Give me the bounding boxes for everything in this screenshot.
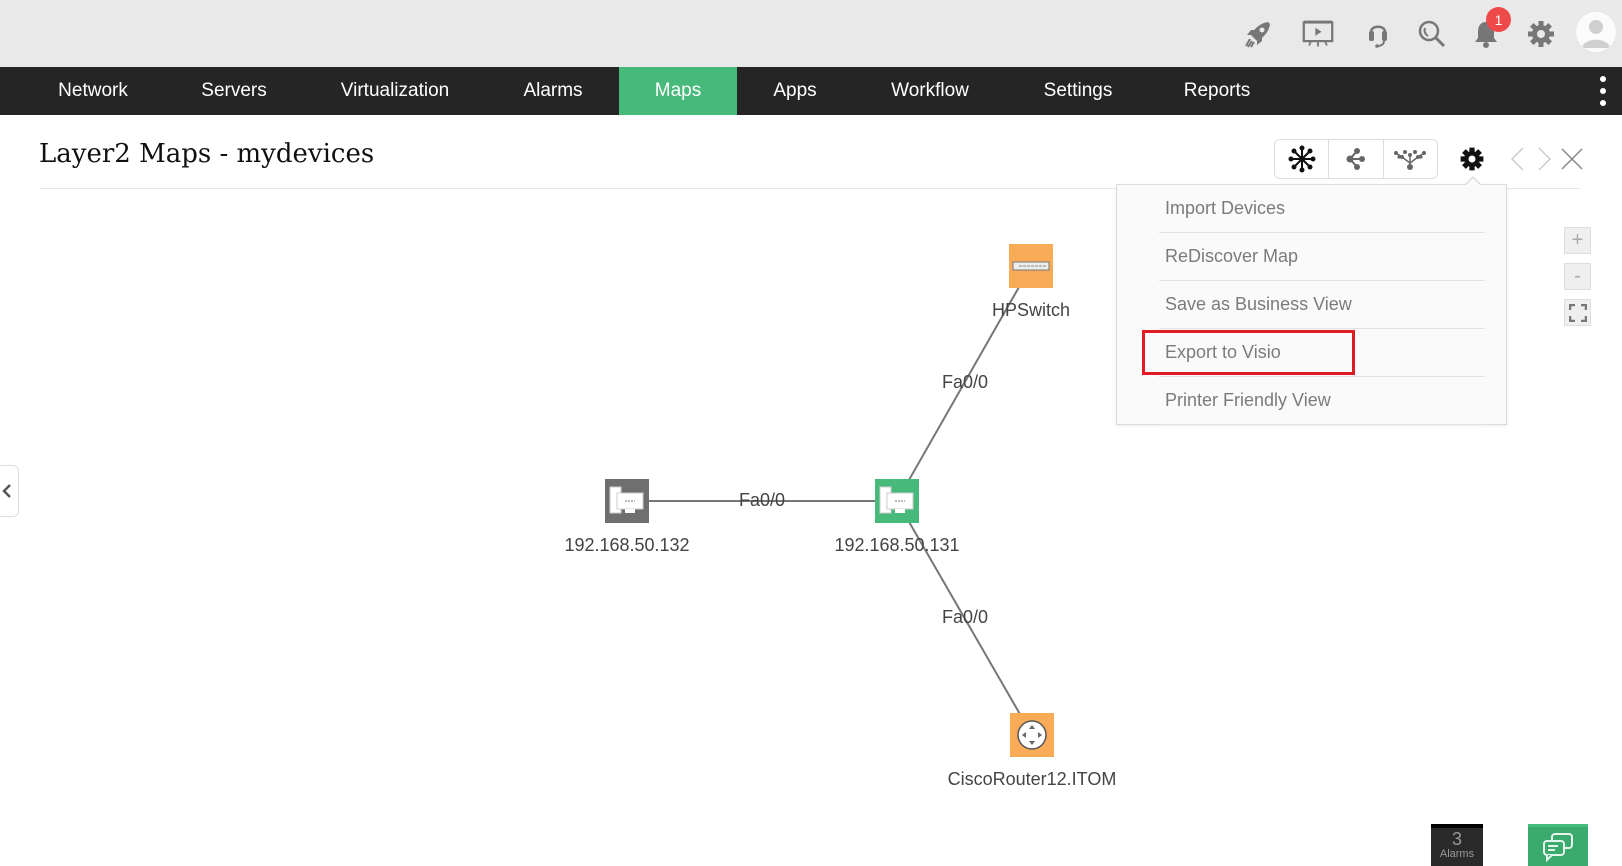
star-layout-icon: [1288, 145, 1316, 173]
nav-servers[interactable]: Servers: [191, 67, 276, 115]
star-layout-button[interactable]: [1275, 140, 1330, 178]
menu-item-export-visio[interactable]: Export to Visio: [1159, 329, 1485, 377]
fit-to-screen-button[interactable]: [1564, 299, 1591, 326]
alarm-count: 3: [1451, 829, 1462, 849]
sidebar-collapse-toggle[interactable]: [0, 465, 19, 517]
more-options-icon[interactable]: [1597, 76, 1609, 106]
next-arrow-icon[interactable]: [1530, 144, 1558, 174]
chevron-left-icon: [1, 484, 11, 498]
settings-dropdown-menu: Import Devices ReDiscover Map Save as Bu…: [1116, 184, 1507, 425]
hierarchical-layout-icon: [1394, 150, 1427, 170]
chat-button[interactable]: [1528, 824, 1588, 866]
support-headset-icon[interactable]: [1360, 16, 1396, 52]
tree-layout-button[interactable]: [1329, 140, 1384, 178]
nav-workflow[interactable]: Workflow: [881, 67, 979, 115]
map-node-n132[interactable]: [605, 479, 649, 523]
link-label: Fa0/0: [942, 372, 988, 392]
fullscreen-icon: [1568, 303, 1587, 322]
presentation-icon[interactable]: [1300, 16, 1336, 52]
previous-arrow-icon[interactable]: [1504, 144, 1532, 174]
alarm-label: Alarms: [1439, 848, 1475, 860]
link-label: Fa0/0: [739, 490, 785, 510]
nav-settings[interactable]: Settings: [1034, 67, 1123, 115]
map-node-hpswitch[interactable]: [1009, 244, 1053, 288]
zoom-out-button[interactable]: -: [1564, 263, 1591, 290]
menu-item-save-business-view[interactable]: Save as Business View: [1159, 281, 1485, 329]
nav-apps[interactable]: Apps: [763, 67, 826, 115]
notification-count-badge: 1: [1486, 7, 1511, 32]
tree-layout-icon: [1346, 148, 1365, 170]
user-avatar-icon[interactable]: [1576, 12, 1616, 52]
menu-item-rediscover-map[interactable]: ReDiscover Map: [1159, 233, 1485, 281]
main-nav: Network Servers Virtualization Alarms Ma…: [0, 67, 1622, 115]
zoom-in-button[interactable]: +: [1564, 227, 1591, 254]
menu-item-printer-friendly[interactable]: Printer Friendly View: [1159, 377, 1485, 425]
nav-reports[interactable]: Reports: [1174, 67, 1261, 115]
settings-gear-icon[interactable]: [1523, 16, 1559, 52]
hierarchical-layout-button[interactable]: [1384, 140, 1437, 178]
top-header: 1: [0, 0, 1622, 67]
link-label: Fa0/0: [942, 607, 988, 627]
alarms-counter[interactable]: 3 Alarms: [1431, 824, 1483, 866]
network-map-canvas: Fa0/0 Fa0/0 Fa0/0 192.168.50.132 192.168.50.…: [564, 244, 1117, 789]
node-label: CiscoRouter12.ITOM: [948, 769, 1117, 789]
rocket-icon[interactable]: [1240, 16, 1276, 52]
node-label: 192.168.50.132: [564, 535, 689, 555]
page-title: Layer2 Maps - mydevices: [39, 139, 375, 169]
node-label: 192.168.50.131: [834, 535, 959, 555]
nav-virtualization[interactable]: Virtualization: [331, 67, 459, 115]
nav-alarms[interactable]: Alarms: [513, 67, 592, 115]
layout-toggle-group: [1274, 139, 1438, 179]
map-node-n131[interactable]: [875, 479, 919, 523]
chat-icon: [1543, 832, 1573, 862]
menu-caret-fill: [1465, 178, 1481, 186]
menu-item-import-devices[interactable]: Import Devices: [1159, 185, 1485, 233]
close-icon[interactable]: [1558, 144, 1586, 174]
map-node-router[interactable]: [1010, 713, 1054, 757]
search-icon[interactable]: [1414, 16, 1450, 52]
map-settings-gear-icon[interactable]: [1458, 144, 1486, 174]
nav-network[interactable]: Network: [48, 67, 138, 115]
node-label: HPSwitch: [992, 300, 1070, 320]
nav-maps[interactable]: Maps: [619, 67, 737, 115]
switch-icon: [1012, 261, 1050, 271]
router-icon: [1017, 720, 1047, 750]
